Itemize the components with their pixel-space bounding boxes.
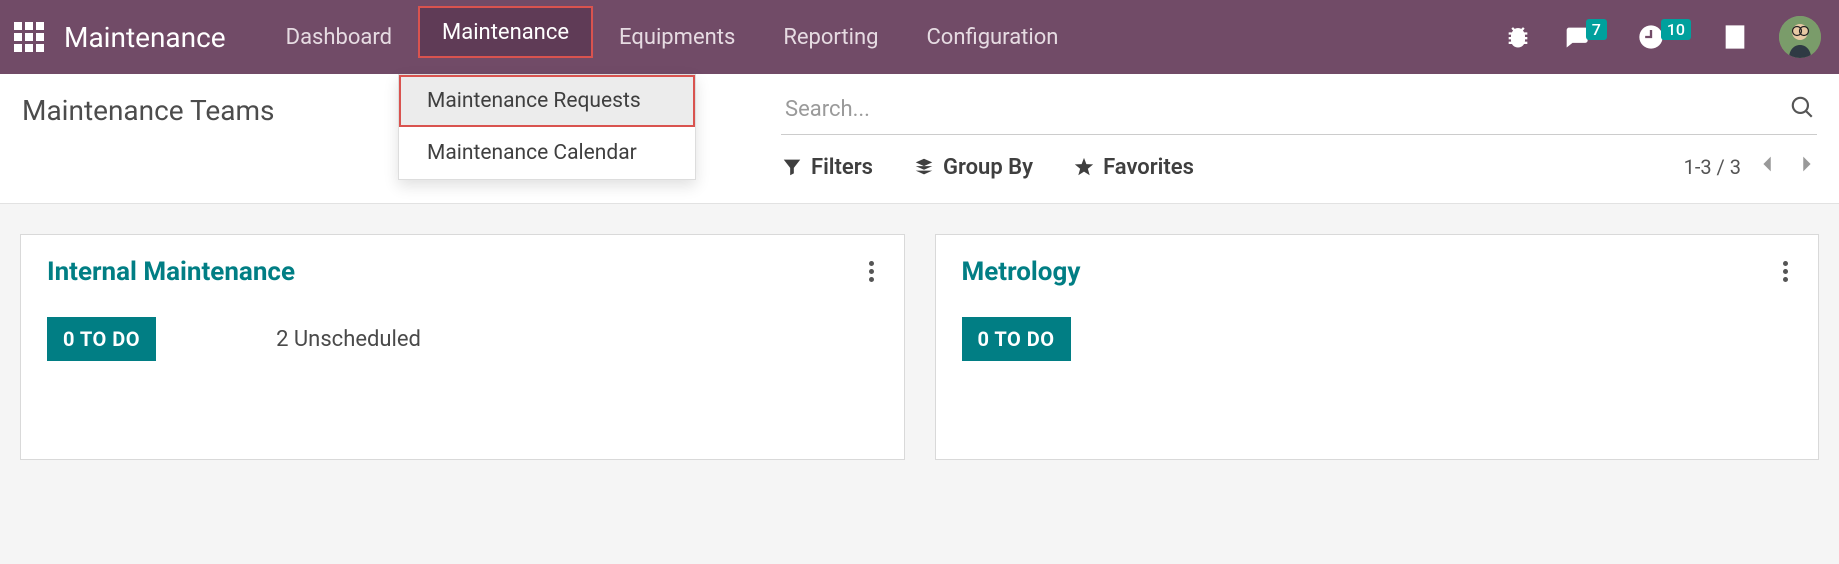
favorites-label: Favorites <box>1103 155 1194 180</box>
nav-configuration[interactable]: Configuration <box>902 0 1082 74</box>
nav-reporting[interactable]: Reporting <box>759 0 902 74</box>
group-by-label: Group By <box>943 155 1033 180</box>
navbar: Maintenance Dashboard Maintenance Equipm… <box>0 0 1839 74</box>
activities-badge: 10 <box>1661 19 1691 40</box>
favorites-button[interactable]: Favorites <box>1073 155 1194 180</box>
company-icon[interactable] <box>1721 23 1749 51</box>
todo-chip[interactable]: 0 TO DO <box>47 317 156 361</box>
systray: 7 10 <box>1504 16 1821 58</box>
todo-chip[interactable]: 0 TO DO <box>962 317 1071 361</box>
messages-icon[interactable]: 7 <box>1562 23 1607 51</box>
pager-next[interactable] <box>1795 153 1817 181</box>
unscheduled-text[interactable]: 2 Unscheduled <box>276 327 421 352</box>
nav-menu: Dashboard Maintenance Equipments Reporti… <box>262 0 1083 74</box>
messages-badge: 7 <box>1586 19 1607 40</box>
nav-maintenance[interactable]: Maintenance <box>418 6 593 58</box>
team-title[interactable]: Metrology <box>962 257 1081 287</box>
user-avatar[interactable] <box>1779 16 1821 58</box>
card-menu-icon[interactable] <box>865 257 878 286</box>
activities-icon[interactable]: 10 <box>1637 23 1691 51</box>
pager-text: 1-3 / 3 <box>1684 155 1741 179</box>
filters-button[interactable]: Filters <box>781 155 873 180</box>
kanban-area: Internal Maintenance 0 TO DO 2 Unschedul… <box>0 204 1839 490</box>
dropdown-item-calendar[interactable]: Maintenance Calendar <box>399 127 695 179</box>
search-icon[interactable] <box>1789 94 1815 124</box>
card-menu-icon[interactable] <box>1779 257 1792 286</box>
team-card-internal[interactable]: Internal Maintenance 0 TO DO 2 Unschedul… <box>20 234 905 460</box>
filters-row: Filters Group By Favorites 1-3 / 3 <box>781 135 1817 181</box>
control-panel: Maintenance Teams Filters Group By Favor… <box>0 74 1839 204</box>
debug-icon[interactable] <box>1504 23 1532 51</box>
nav-dashboard[interactable]: Dashboard <box>262 0 416 74</box>
nav-equipments[interactable]: Equipments <box>595 0 759 74</box>
pager: 1-3 / 3 <box>1684 153 1817 181</box>
search-input[interactable] <box>785 97 1789 122</box>
dropdown-item-requests[interactable]: Maintenance Requests <box>399 75 695 127</box>
team-title[interactable]: Internal Maintenance <box>47 257 295 287</box>
group-by-button[interactable]: Group By <box>913 155 1033 180</box>
team-card-metrology[interactable]: Metrology 0 TO DO <box>935 234 1820 460</box>
module-brand[interactable]: Maintenance <box>64 21 226 54</box>
pager-prev[interactable] <box>1757 153 1779 181</box>
search-bar <box>781 90 1817 135</box>
apps-icon[interactable] <box>14 22 44 52</box>
maintenance-dropdown: Maintenance Requests Maintenance Calenda… <box>398 74 696 180</box>
filters-label: Filters <box>811 155 873 180</box>
